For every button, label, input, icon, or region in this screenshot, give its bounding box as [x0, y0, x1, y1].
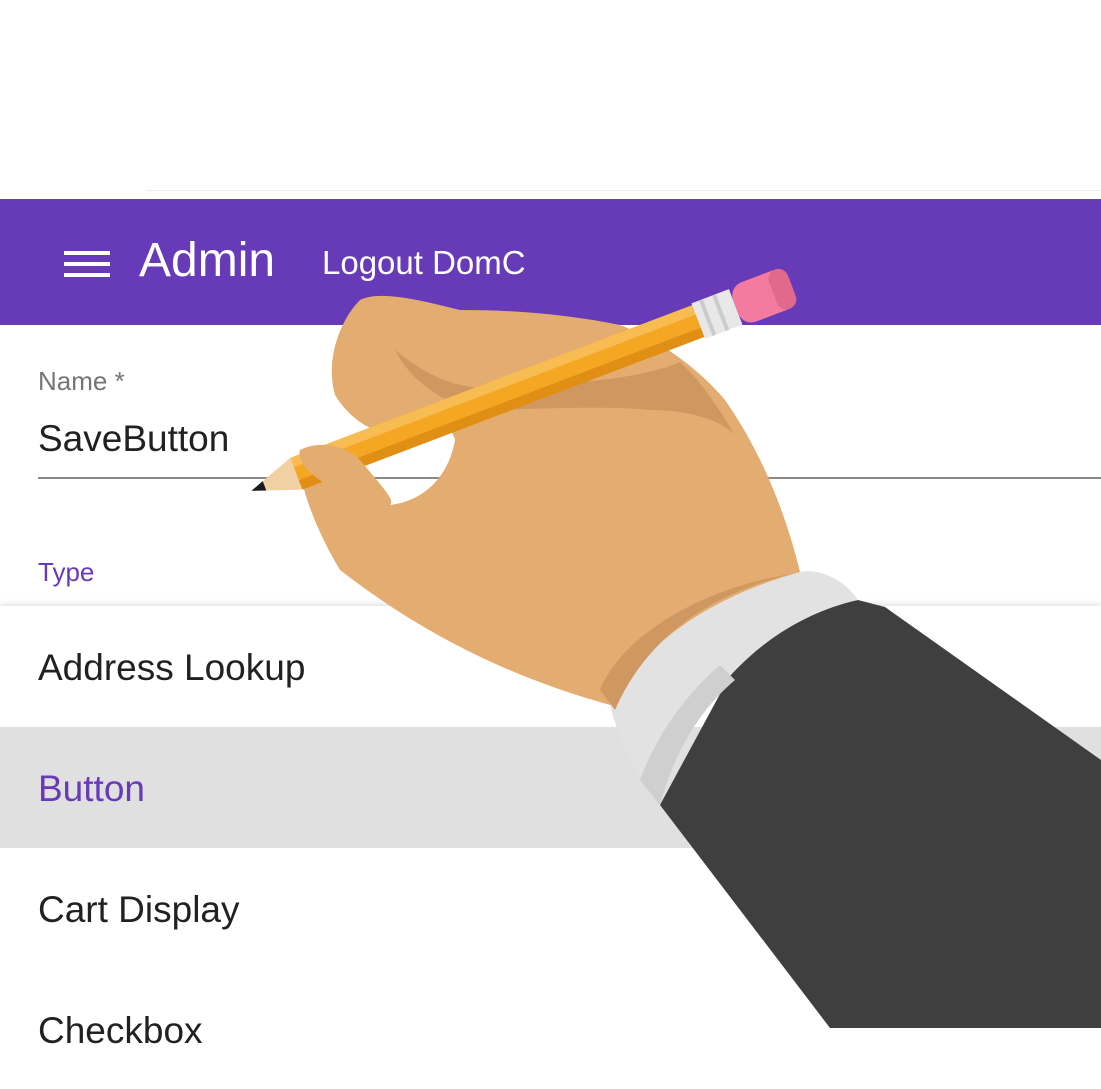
- dropdown-option-label: Address Lookup: [38, 647, 306, 688]
- app-bar: Admin Logout DomC: [0, 199, 1101, 325]
- name-input-underline: [38, 477, 1101, 479]
- logout-link[interactable]: Logout DomC: [322, 243, 526, 283]
- dropdown-option-button[interactable]: Button: [0, 727, 1101, 848]
- type-dropdown-menu: Address Lookup Button Cart Display Check…: [0, 606, 1101, 1089]
- top-divider: [146, 190, 1101, 191]
- hamburger-menu-icon[interactable]: [64, 248, 112, 282]
- dropdown-option-label: Button: [38, 768, 145, 809]
- dropdown-option-label: Cart Display: [38, 889, 240, 930]
- type-field-label: Type: [38, 557, 95, 587]
- name-input[interactable]: SaveButton: [38, 417, 229, 461]
- name-field-label: Name *: [38, 366, 125, 396]
- dropdown-option-checkbox[interactable]: Checkbox: [0, 969, 1101, 1089]
- page: Admin Logout DomC Name * SaveButton Type…: [0, 0, 1101, 1089]
- app-title: Admin: [139, 234, 276, 287]
- dropdown-option-label: Checkbox: [38, 1010, 203, 1051]
- dropdown-option-cart-display[interactable]: Cart Display: [0, 848, 1101, 969]
- dropdown-option-address-lookup[interactable]: Address Lookup: [0, 606, 1101, 727]
